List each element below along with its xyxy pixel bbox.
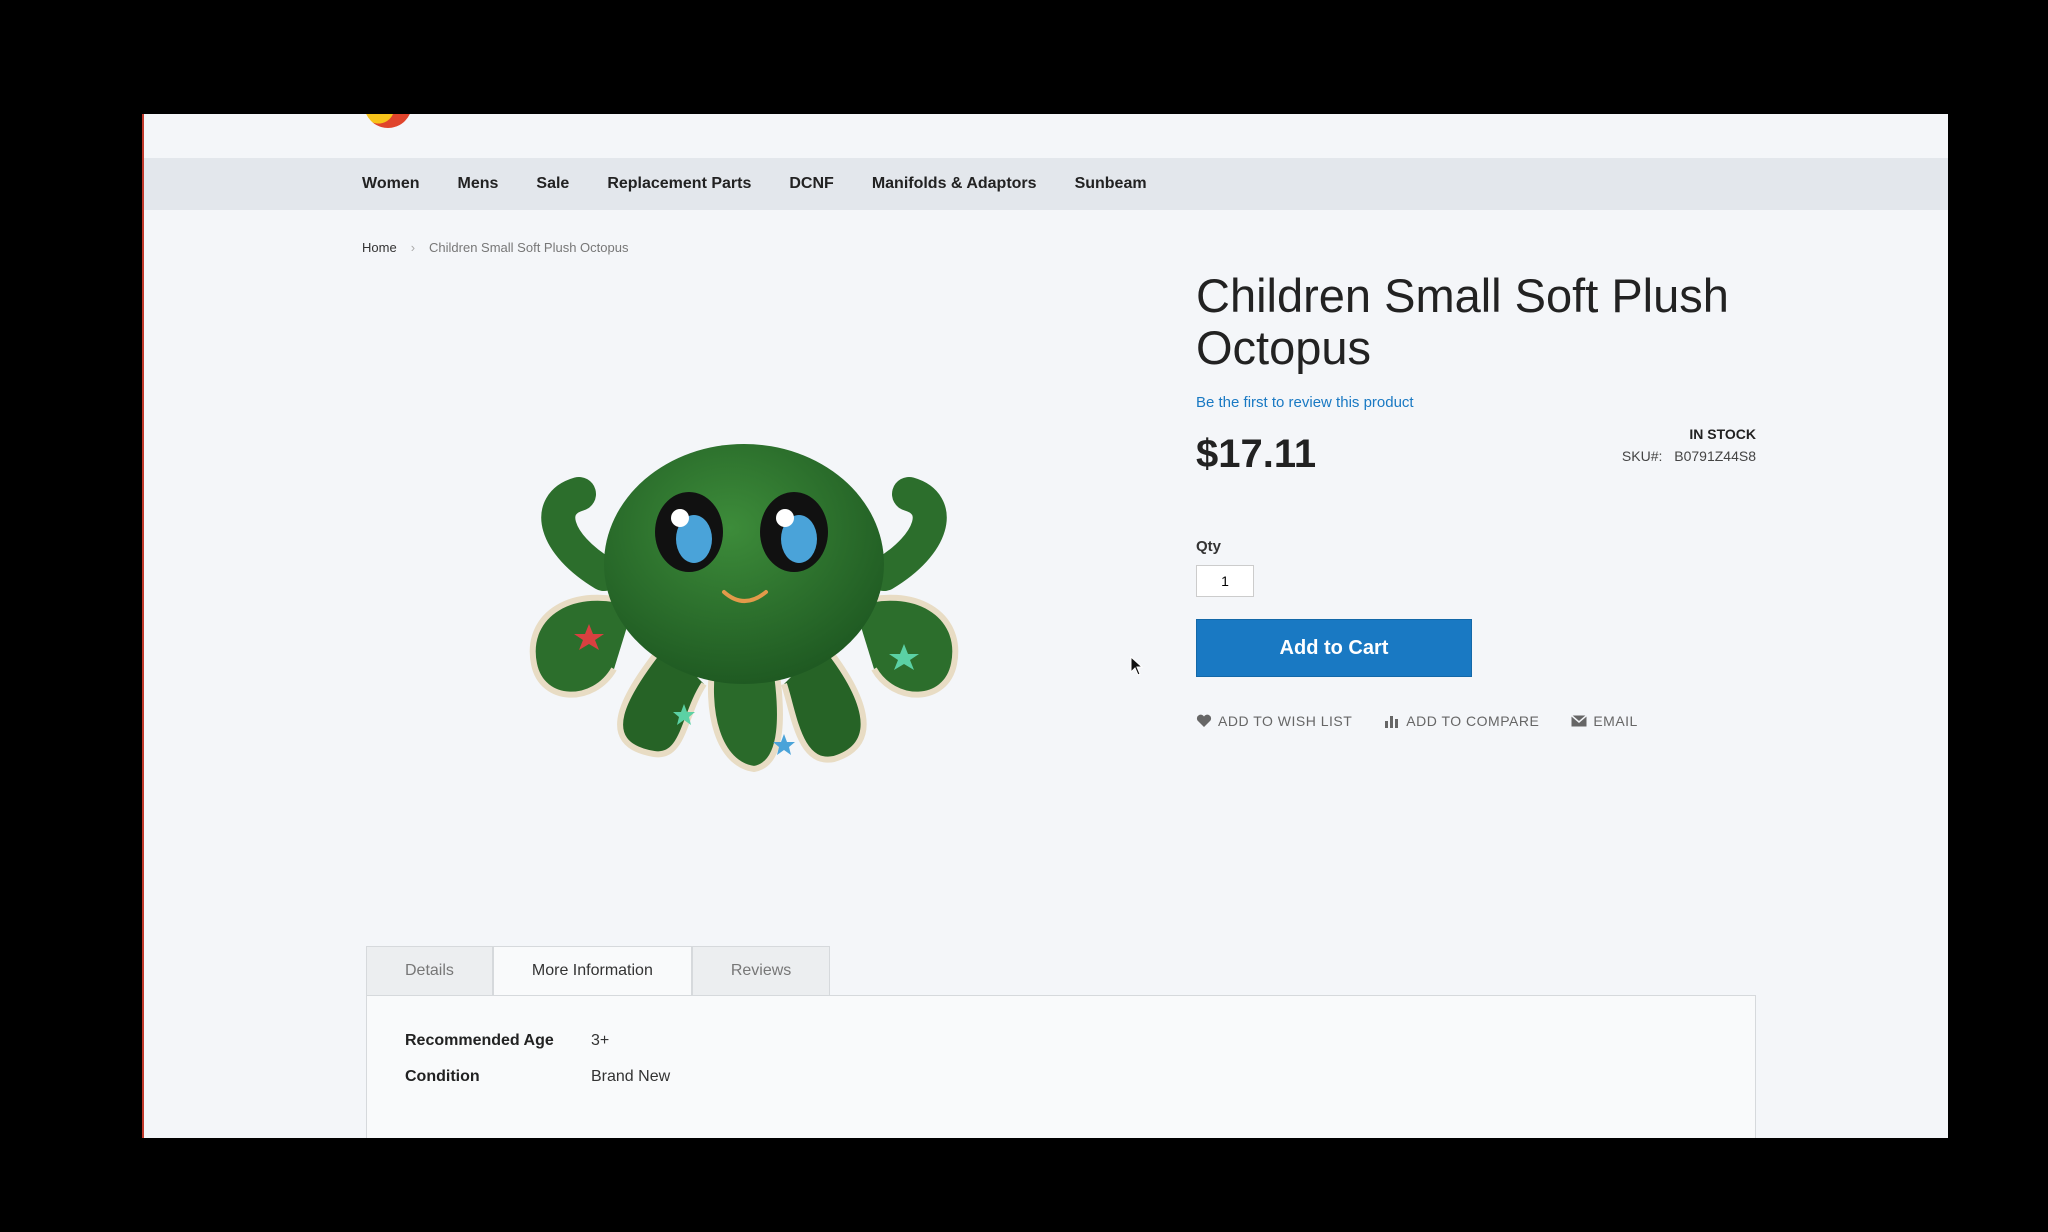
- heart-icon: [1196, 714, 1212, 727]
- sku: SKU#: B0791Z44S8: [1622, 448, 1756, 464]
- spec-label: Condition: [405, 1068, 480, 1085]
- tab-details[interactable]: Details: [366, 946, 493, 996]
- price-row: $17.11 IN STOCK SKU#: B0791Z44S8: [1196, 426, 1756, 482]
- add-to-wishlist-link[interactable]: ADD TO WISH LIST: [1196, 713, 1352, 729]
- qty-label: Qty: [1196, 538, 1222, 555]
- qty-input[interactable]: [1196, 565, 1254, 597]
- email-label: EMAIL: [1593, 713, 1638, 729]
- tab-reviews[interactable]: Reviews: [691, 946, 831, 996]
- compare-chart-icon: [1385, 716, 1399, 728]
- add-to-cart-button[interactable]: Add to Cart: [1196, 619, 1472, 677]
- browser-screen: Women Mens Sale Replacement Parts DCNF M…: [142, 114, 1948, 1138]
- email-link[interactable]: EMAIL: [1571, 713, 1638, 729]
- breadcrumb: Home › Children Small Soft Plush Octopus: [362, 240, 628, 255]
- octopus-plush-icon: [529, 444, 959, 773]
- stock-status: IN STOCK: [1689, 426, 1756, 442]
- mouse-cursor-icon: [1130, 656, 1144, 676]
- breadcrumb-home-link[interactable]: Home: [362, 240, 397, 255]
- product-price: $17.11: [1196, 432, 1317, 476]
- nav-item-replacement-parts[interactable]: Replacement Parts: [607, 175, 751, 193]
- add-to-compare-link[interactable]: ADD TO COMPARE: [1384, 713, 1539, 729]
- compare-label: ADD TO COMPARE: [1406, 713, 1540, 729]
- store-logo[interactable]: [364, 114, 412, 128]
- product-actions: ADD TO WISH LIST ADD TO COMPARE EMAIL: [1196, 713, 1756, 729]
- top-navigation: Women Mens Sale Replacement Parts DCNF M…: [144, 158, 1948, 210]
- stock-info: IN STOCK SKU#: B0791Z44S8: [1622, 426, 1756, 464]
- table-row: Condition Brand New: [405, 1068, 670, 1104]
- spec-value: Brand New: [591, 1068, 671, 1085]
- spec-value: 3+: [591, 1032, 610, 1049]
- sku-label: SKU#:: [1621, 448, 1663, 464]
- sku-value: B0791Z44S8: [1674, 448, 1756, 464]
- nav-item-mens[interactable]: Mens: [457, 175, 498, 193]
- product-title: Children Small Soft Plush Octopus: [1196, 269, 1729, 374]
- product-info: Children Small Soft Plush Octopus Be the…: [1196, 270, 1756, 729]
- review-link[interactable]: Be the first to review this product: [1196, 394, 1414, 411]
- product-image[interactable]: [484, 414, 1004, 814]
- breadcrumb-current: Children Small Soft Plush Octopus: [429, 240, 629, 255]
- table-row: Recommended Age 3+: [405, 1032, 670, 1068]
- spec-table: Recommended Age 3+ Condition Brand New: [405, 1032, 670, 1104]
- nav-item-sunbeam[interactable]: Sunbeam: [1075, 175, 1147, 193]
- spec-label: Recommended Age: [405, 1032, 554, 1049]
- nav-item-sale[interactable]: Sale: [536, 175, 569, 193]
- product-tabs: Details More Information Reviews: [366, 946, 831, 996]
- nav-item-manifolds-adaptors[interactable]: Manifolds & Adaptors: [872, 175, 1037, 193]
- wishlist-label: ADD TO WISH LIST: [1218, 713, 1353, 729]
- tab-more-information[interactable]: More Information: [492, 946, 692, 996]
- envelope-icon: [1571, 715, 1588, 727]
- nav-item-women[interactable]: Women: [362, 175, 419, 193]
- nav-item-dcnf[interactable]: DCNF: [789, 175, 833, 193]
- breadcrumb-separator: ›: [410, 240, 416, 255]
- tab-panel-more-information: Recommended Age 3+ Condition Brand New: [366, 995, 1756, 1138]
